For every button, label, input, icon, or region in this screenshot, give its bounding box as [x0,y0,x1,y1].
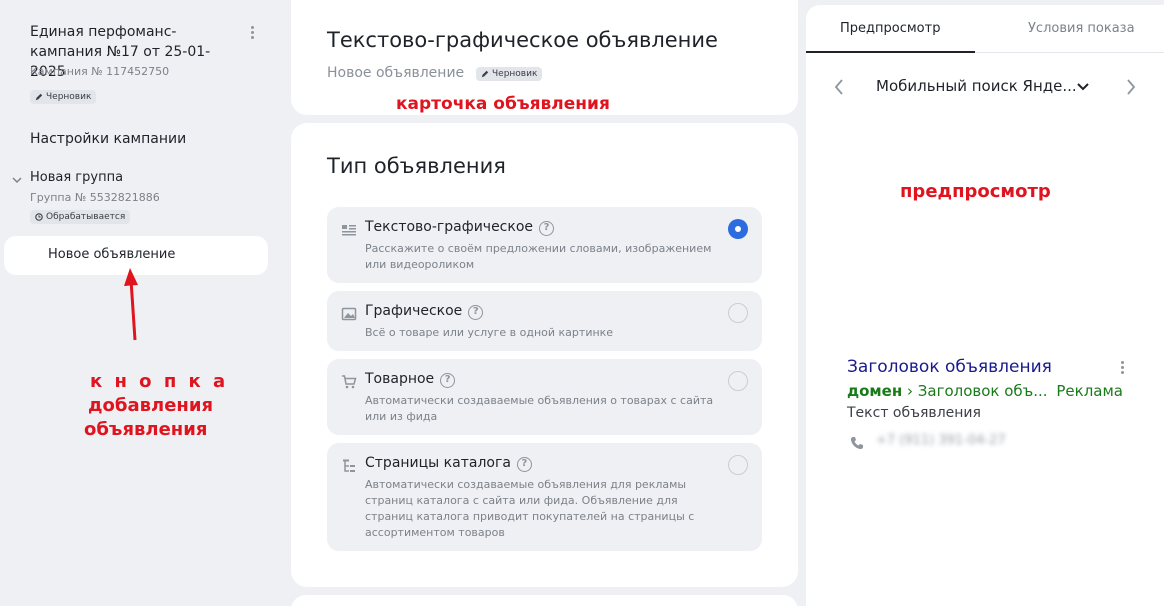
badge-label: Черновик [492,69,538,79]
chevron-left-icon[interactable] [832,78,846,96]
option-radio-selected[interactable] [728,219,748,239]
chevron-down-icon[interactable] [11,174,23,186]
campaign-settings-link[interactable]: Настройки кампании [30,131,186,147]
draft-badge: Черновик [476,67,543,81]
ad-header-card: Текстово-графическое объявление Новое об… [291,0,798,115]
option-label: Товарное [365,371,435,387]
ad-type-option-text-graphic[interactable]: Текстово-графическое? Расскажите о своём… [327,207,762,283]
next-card [291,595,798,606]
text-graphic-icon [342,225,356,236]
ad-type-card: Тип объявления Текстово-графическое? Рас… [291,123,798,587]
processing-badge: Обрабатывается [30,210,131,224]
device-selector[interactable]: Мобильный поиск Янде... [876,77,1077,95]
snippet-menu-icon[interactable] [1120,361,1124,375]
annotation-preview: предпросмотр [900,181,1051,202]
cart-icon [342,375,357,389]
help-icon[interactable]: ? [539,221,555,236]
annotation-line: объявления [84,419,208,440]
clock-icon [35,213,43,221]
annotation-line: к н о п к а [90,371,229,392]
annotation-arrow [124,268,138,341]
campaign-id: Кампания № 117452750 [30,65,170,78]
pencil-icon [35,93,43,101]
snippet-title[interactable]: Заголовок объявления [847,357,1052,377]
help-icon[interactable]: ? [516,457,532,472]
catalog-tree-icon [343,459,355,472]
new-ad-label: Новое объявление [48,247,176,262]
option-label: Графическое [365,303,463,319]
tab-preview[interactable]: Предпросмотр [840,21,940,36]
option-radio[interactable] [728,303,748,323]
section-title: Тип объявления [327,154,506,178]
help-icon[interactable]: ? [440,373,456,388]
snippet-ad-label: Реклама [1056,382,1123,400]
option-description: Автоматически создаваемые объявления для… [365,478,695,539]
snippet-url: домен › Заголовок объ... Реклама [847,382,1123,400]
badge-label: Обрабатывается [46,212,126,222]
snippet-path: › Заголовок объ... [907,382,1048,400]
sidebar: Единая перфоманс-кампания №17 от 25-01-2… [0,0,282,606]
group-title[interactable]: Новая группа [30,170,123,185]
option-description: Всё о товаре или услуге в одной картинке [365,326,614,339]
campaign-menu-icon[interactable] [246,24,258,42]
chevron-down-icon[interactable] [1076,81,1090,93]
pencil-icon [481,70,489,78]
phone-icon [851,437,863,449]
ad-title: Текстово-графическое объявление [327,28,718,52]
annotation-add-button: к н о п к а добавления объявления [80,370,280,442]
option-description: Расскажите о своём предложении словами, … [365,242,712,271]
option-radio[interactable] [728,455,748,475]
badge-label: Черновик [46,92,92,102]
snippet-phone: +7 (911) 391-04-27 [876,433,1006,448]
option-radio[interactable] [728,371,748,391]
snippet-text: Текст объявления [847,405,981,421]
tab-conditions[interactable]: Условия показа [1028,21,1135,36]
ad-type-option-graphic[interactable]: Графическое? Всё о товаре или услуге в о… [327,291,762,351]
option-label: Текстово-графическое [365,219,534,235]
active-tab-indicator [806,51,975,53]
status-badge: Черновик [30,90,97,104]
ad-subtitle: Новое объявление [327,65,465,81]
group-id: Группа № 5532821886 [30,191,160,204]
annotation-line: добавления [88,395,214,416]
chevron-right-icon[interactable] [1124,78,1138,96]
help-icon[interactable]: ? [468,305,484,320]
option-label: Страницы каталога [365,455,511,471]
option-description: Автоматически создаваемые объявления о т… [365,394,714,423]
snippet-domain: домен [847,382,903,400]
annotation-ad-card: карточка объявления [396,94,610,114]
ad-type-option-catalog[interactable]: Страницы каталога? Автоматически создава… [327,443,762,551]
preview-panel: Предпросмотр Условия показа Мобильный по… [806,5,1164,606]
image-icon [341,307,357,321]
ad-type-option-product[interactable]: Товарное? Автоматически создаваемые объя… [327,359,762,435]
